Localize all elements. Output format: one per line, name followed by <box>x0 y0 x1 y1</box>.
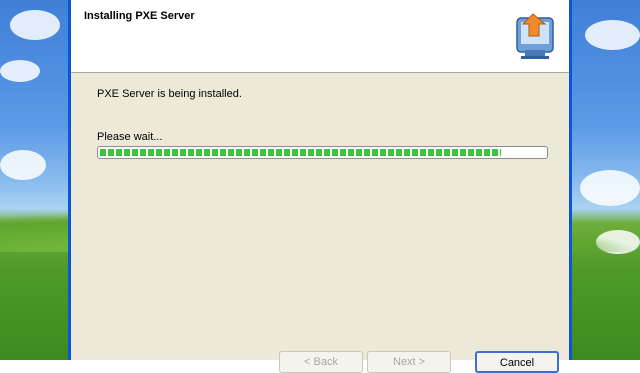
cloud <box>10 10 60 40</box>
please-wait-label: Please wait... <box>97 131 163 143</box>
next-button[interactable]: Next > <box>367 351 451 373</box>
cloud <box>585 20 640 50</box>
install-status-text: PXE Server is being installed. <box>97 88 242 100</box>
installer-window: Installing PXE Server PXE Server is bein… <box>68 0 572 373</box>
cloud <box>0 60 40 82</box>
cloud <box>580 170 640 206</box>
progress-bar <box>97 146 548 159</box>
installer-box-arrow-icon <box>516 13 554 59</box>
back-button[interactable]: < Back <box>279 351 363 373</box>
wizard-title: Installing PXE Server <box>84 10 195 22</box>
cloud <box>0 150 46 180</box>
wizard-body: PXE Server is being installed. Please wa… <box>71 73 569 360</box>
cancel-button[interactable]: Cancel <box>475 351 559 373</box>
wizard-header: Installing PXE Server <box>71 0 569 73</box>
progress-fill <box>100 149 501 156</box>
